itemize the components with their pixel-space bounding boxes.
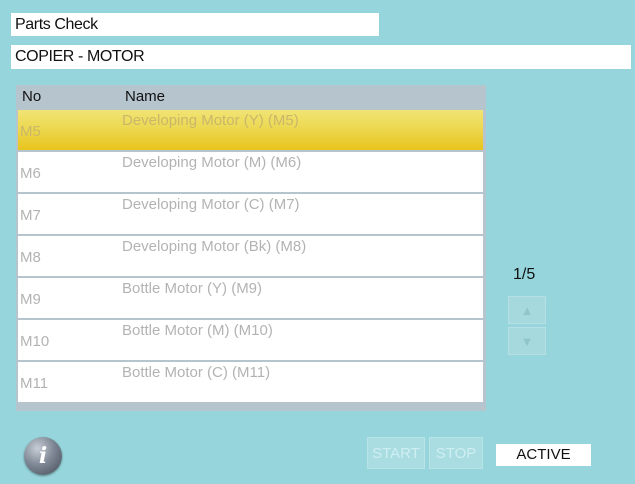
page-indicator: 1/5 (513, 266, 536, 283)
list-item-name: Developing Motor (C) (M7) (122, 196, 300, 213)
list-item-no: M11 (20, 375, 49, 392)
info-icon[interactable]: i (24, 437, 62, 475)
arrow-down-icon: ▼ (520, 333, 534, 349)
parts-list: No Name M5 Developing Motor (Y) (M5) M6 … (16, 85, 486, 411)
list-header: No Name (16, 85, 486, 109)
breadcrumb: COPIER - MOTOR (11, 45, 631, 69)
page-title: Parts Check (11, 13, 379, 36)
list-item-no: M6 (20, 165, 41, 182)
stop-button-label: STOP (435, 444, 477, 462)
list-item-no: M10 (20, 333, 50, 350)
column-header-name: Name (125, 88, 166, 105)
list-item-no: M5 (20, 123, 41, 140)
column-header-no: No (22, 88, 42, 105)
scroll-up-button[interactable]: ▲ (508, 296, 546, 324)
list-item-name: Bottle Motor (Y) (M9) (122, 280, 263, 297)
status-badge: ACTIVE (496, 444, 591, 466)
stop-button[interactable]: STOP (429, 437, 483, 469)
list-item-name: Developing Motor (M) (M6) (122, 154, 302, 171)
list-item-m5[interactable]: M5 Developing Motor (Y) (M5) (18, 110, 483, 150)
list-item-m9[interactable]: M9 Bottle Motor (Y) (M9) (18, 278, 483, 318)
list-item-no: M9 (20, 291, 41, 308)
breadcrumb-text: COPIER - MOTOR (15, 48, 145, 65)
scroll-down-button[interactable]: ▼ (508, 327, 546, 355)
list-item-name: Developing Motor (Y) (M5) (122, 112, 299, 129)
list-item-m7[interactable]: M7 Developing Motor (C) (M7) (18, 194, 483, 234)
info-icon-glyph: i (38, 443, 48, 469)
list-item-name: Developing Motor (Bk) (M8) (122, 238, 307, 255)
list-item-no: M7 (20, 207, 41, 224)
list-rows: M5 Developing Motor (Y) (M5) M6 Developi… (18, 110, 483, 404)
arrow-up-icon: ▲ (520, 302, 534, 318)
list-item-m11[interactable]: M11 Bottle Motor (C) (M11) (18, 362, 483, 402)
start-button-label: START (372, 444, 420, 462)
list-item-name: Bottle Motor (M) (M10) (122, 322, 273, 339)
page-title-text: Parts Check (15, 16, 98, 33)
status-text: ACTIVE (516, 446, 571, 463)
list-item-m10[interactable]: M10 Bottle Motor (M) (M10) (18, 320, 483, 360)
start-button[interactable]: START (367, 437, 425, 469)
list-item-no: M8 (20, 249, 41, 266)
list-item-m8[interactable]: M8 Developing Motor (Bk) (M8) (18, 236, 483, 276)
list-item-m6[interactable]: M6 Developing Motor (M) (M6) (18, 152, 483, 192)
list-item-name: Bottle Motor (C) (M11) (122, 364, 271, 381)
